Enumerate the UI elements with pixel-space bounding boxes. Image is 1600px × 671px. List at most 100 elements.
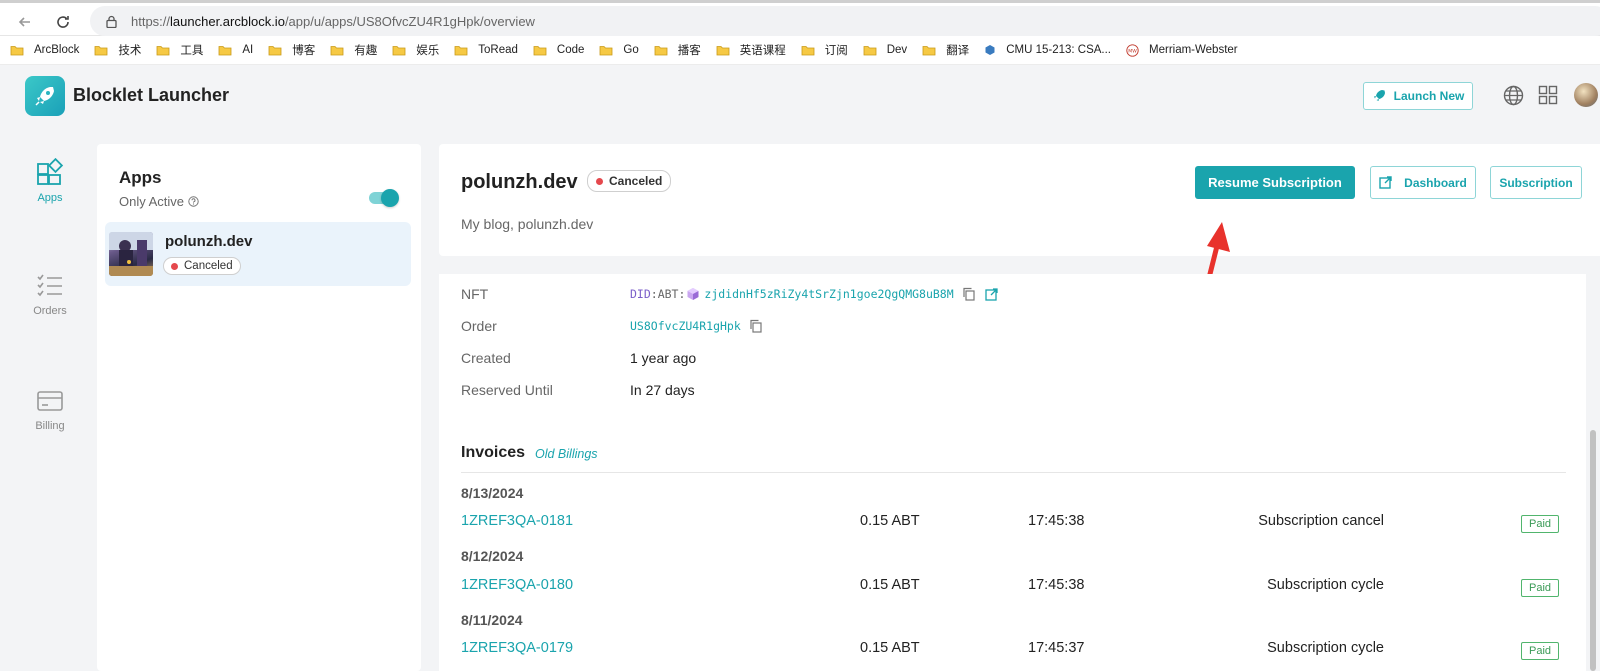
folder-icon bbox=[533, 44, 552, 56]
page-title: polunzh.dev bbox=[461, 171, 578, 193]
invoice-date: 8/12/2024 bbox=[461, 548, 524, 564]
bookmark-item[interactable]: ArcBlock bbox=[10, 44, 79, 56]
did-prefix: DID bbox=[630, 287, 651, 301]
toggle-knob bbox=[381, 189, 399, 207]
bookmark-label: 有趣 bbox=[354, 45, 378, 57]
invoice-amount: 0.15 ABT bbox=[860, 577, 920, 593]
bookmark-label: Go bbox=[623, 44, 639, 56]
bookmark-label: 订阅 bbox=[824, 45, 848, 57]
folder-icon bbox=[218, 44, 237, 56]
resume-subscription-button[interactable]: Resume Subscription bbox=[1195, 166, 1355, 199]
help-icon bbox=[188, 196, 199, 207]
grid-icon bbox=[1538, 85, 1558, 105]
url-host: launcher.arcblock.io bbox=[170, 13, 285, 29]
bookmark-item[interactable]: Code bbox=[533, 44, 584, 56]
nft-label: NFT bbox=[461, 286, 489, 302]
rail-apps[interactable]: Apps bbox=[0, 158, 100, 204]
invoice-time: 17:45:38 bbox=[1028, 513, 1085, 529]
copy-icon[interactable] bbox=[749, 319, 763, 333]
bookmark-item[interactable]: 订阅 bbox=[801, 42, 848, 58]
svg-text:MW: MW bbox=[1128, 48, 1137, 54]
status-badge: Canceled bbox=[587, 170, 672, 192]
rail-billing-label: Billing bbox=[35, 420, 65, 432]
bookmark-item[interactable]: 工具 bbox=[156, 42, 203, 58]
invoice-date: 8/13/2024 bbox=[461, 485, 524, 501]
rocket-icon bbox=[1373, 90, 1385, 101]
subscription-label: Subscription bbox=[1499, 175, 1573, 190]
lock-icon bbox=[106, 15, 117, 28]
order-id[interactable]: US8OfvcZU4R1gHpk bbox=[630, 319, 741, 333]
folder-icon bbox=[392, 44, 411, 56]
launch-new-label: Launch New bbox=[1393, 89, 1465, 103]
invoice-time: 17:45:37 bbox=[1028, 640, 1085, 656]
invoice-id-link[interactable]: 1ZREF3QA-0179 bbox=[461, 640, 573, 656]
app-list-item[interactable]: polunzh.dev Canceled bbox=[105, 222, 411, 286]
reload-button[interactable] bbox=[50, 9, 76, 35]
invoice-id-link[interactable]: 1ZREF3QA-0180 bbox=[461, 577, 573, 593]
bookmark-item[interactable]: 技术 bbox=[94, 42, 141, 58]
divider bbox=[461, 472, 1566, 473]
status-badge: Canceled bbox=[163, 257, 241, 275]
bookmark-item[interactable]: 播客 bbox=[654, 42, 701, 58]
did-separator: :ABT: bbox=[650, 287, 686, 301]
launcher-logo[interactable] bbox=[25, 76, 65, 116]
folder-icon bbox=[654, 44, 673, 56]
launch-new-button[interactable]: Launch New bbox=[1363, 82, 1473, 110]
only-active-text: Only Active bbox=[119, 194, 185, 209]
address-bar[interactable]: https://launcher.arcblock.io/app/u/apps/… bbox=[90, 6, 1600, 36]
invoice-time: 17:45:38 bbox=[1028, 577, 1085, 593]
invoice-description: Subscription cycle bbox=[1267, 577, 1384, 593]
app-list-item-name: polunzh.dev bbox=[165, 233, 253, 250]
user-avatar[interactable] bbox=[1574, 83, 1598, 107]
bookmark-item[interactable]: 博客 bbox=[268, 42, 315, 58]
bookmark-label: Dev bbox=[886, 44, 908, 56]
bookmark-item[interactable]: ToRead bbox=[454, 44, 518, 56]
folder-icon bbox=[922, 44, 941, 56]
bookmark-item[interactable]: 娱乐 bbox=[392, 42, 439, 58]
folder-icon bbox=[801, 44, 820, 56]
bookmark-item[interactable]: AI bbox=[218, 44, 253, 56]
language-button[interactable] bbox=[1502, 84, 1524, 106]
dashboard-label: Dashboard bbox=[1404, 175, 1467, 190]
old-billings-link[interactable]: Old Billings bbox=[535, 447, 598, 461]
subscription-button[interactable]: Subscription bbox=[1490, 166, 1582, 199]
nft-value: DID:ABT: zjdidnHf5zRiZy4tSrZjn1goe2QgQMG… bbox=[630, 287, 998, 301]
back-button[interactable] bbox=[12, 9, 38, 35]
apps-grid-button[interactable] bbox=[1537, 84, 1559, 106]
bookmark-label: 翻译 bbox=[946, 45, 970, 57]
copy-icon[interactable] bbox=[962, 287, 976, 301]
status-badge-text: Canceled bbox=[184, 260, 233, 272]
apps-panel-title: Apps bbox=[119, 168, 162, 187]
bookmark-item[interactable]: CMU 15-213: CSA... bbox=[984, 44, 1111, 56]
dashboard-button[interactable]: Dashboard bbox=[1370, 166, 1476, 199]
bookmark-label: 英语课程 bbox=[739, 45, 786, 57]
folder-icon bbox=[716, 44, 735, 56]
browser-toolbar: https://launcher.arcblock.io/app/u/apps/… bbox=[0, 0, 1600, 36]
external-link-icon[interactable] bbox=[985, 287, 998, 301]
brand-title: Blocklet Launcher bbox=[73, 85, 230, 105]
globe-icon bbox=[1503, 85, 1523, 105]
status-badge-text: Canceled bbox=[609, 174, 663, 188]
invoice-date: 8/11/2024 bbox=[461, 612, 523, 628]
rail-orders-label: Orders bbox=[33, 305, 67, 317]
invoice-id-link[interactable]: 1ZREF3QA-0181 bbox=[461, 513, 573, 529]
reserved-label: Reserved Until bbox=[461, 382, 553, 398]
card-icon bbox=[0, 390, 100, 414]
bookmarks-bar: ArcBlock 技术 工具 AI 博客 有趣 娱乐 ToRead Code Go 播客 英语课程 订阅… bbox=[0, 36, 1600, 65]
bookmark-item[interactable]: 英语课程 bbox=[716, 42, 786, 58]
page-scrollbar[interactable] bbox=[1590, 430, 1596, 671]
did-value[interactable]: zjdidnHf5zRiZy4tSrZjn1goe2QgQMG8uB8M bbox=[704, 287, 953, 301]
bookmark-item[interactable]: Go bbox=[599, 44, 639, 56]
canceled-dot bbox=[596, 177, 603, 185]
bookmark-item[interactable]: Dev bbox=[863, 44, 907, 56]
cube-icon bbox=[687, 288, 699, 300]
bookmark-item[interactable]: MW Merriam-Webster bbox=[1126, 43, 1238, 57]
checklist-icon bbox=[0, 273, 100, 299]
paid-badge: Paid bbox=[1521, 642, 1559, 660]
bookmark-item[interactable]: 翻译 bbox=[922, 42, 969, 58]
bookmark-item[interactable]: 有趣 bbox=[330, 42, 377, 58]
only-active-toggle[interactable] bbox=[369, 189, 399, 207]
rail-billing[interactable]: Billing bbox=[0, 390, 100, 432]
rail-orders[interactable]: Orders bbox=[0, 273, 100, 317]
folder-icon bbox=[156, 44, 175, 56]
